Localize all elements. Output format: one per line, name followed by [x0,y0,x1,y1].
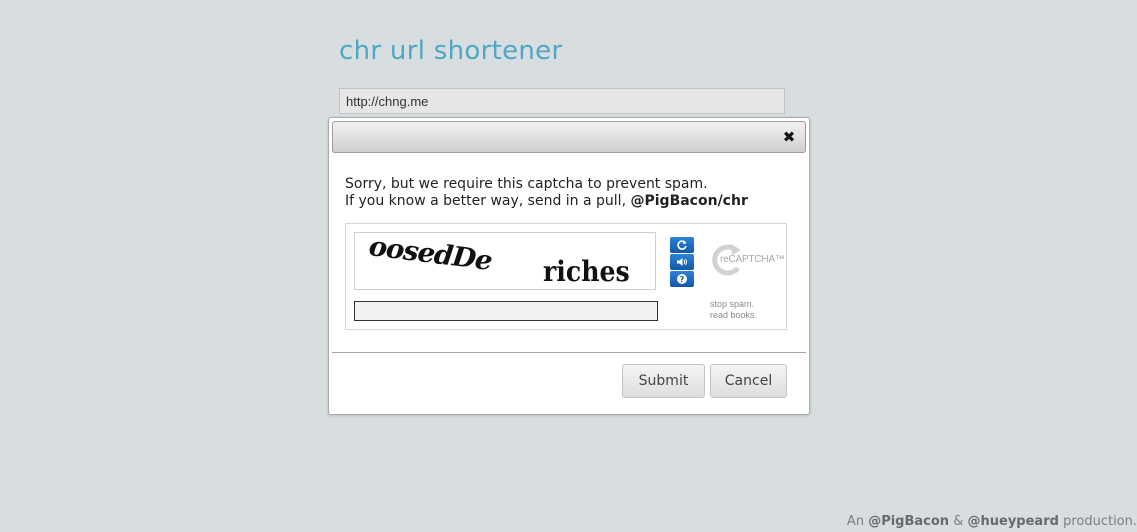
audio-icon[interactable] [670,254,694,270]
modal-message: Sorry, but we require this captcha to pr… [345,176,748,210]
message-line-1: Sorry, but we require this captcha to pr… [345,176,708,192]
url-input[interactable] [339,88,785,114]
cancel-button[interactable]: Cancel [710,364,787,398]
modal-header: ✖ [332,121,806,153]
captcha-challenge-image: oosedDe riches [354,232,656,290]
footer-suffix: production. [1063,514,1137,529]
captcha-modal: ✖ Sorry, but we require this captcha to … [328,117,810,415]
modal-divider [332,352,806,353]
recaptcha-logo-icon: reCAPTCHA™ [708,241,785,279]
page-title: chr url shortener [339,36,563,66]
close-icon[interactable]: ✖ [781,128,797,146]
footer-prefix: An [846,514,865,529]
svg-text:?: ? [680,275,685,284]
message-line-2-text: If you know a better way, send in a pull… [345,193,627,209]
recaptcha-widget: oosedDe riches ? reCAPTCHA™ stop spam. r… [345,223,787,330]
help-icon[interactable]: ? [670,271,694,287]
captcha-word-1: oosedDe [367,232,494,277]
tagline-line-1: stop spam. [710,299,755,309]
recaptcha-tagline: stop spam. read books. [710,299,757,321]
recaptcha-logo-text: reCAPTCHA™ [720,254,785,265]
refresh-icon[interactable] [670,237,694,253]
repo-handle-link[interactable]: @PigBacon/chr [630,193,747,209]
submit-button[interactable]: Submit [622,364,705,398]
footer-ampersand: & [953,514,964,529]
footer-credits: An @PigBacon & @hueypeard production. [847,514,1137,529]
message-line-2: If you know a better way, send in a pull… [345,193,748,210]
footer-handle-hueypeard[interactable]: @hueypeard [968,514,1059,529]
captcha-response-input[interactable] [354,301,658,321]
footer-handle-pigbacon[interactable]: @PigBacon [868,514,949,529]
tagline-line-2: read books. [710,310,758,320]
captcha-word-2: riches [543,255,630,288]
